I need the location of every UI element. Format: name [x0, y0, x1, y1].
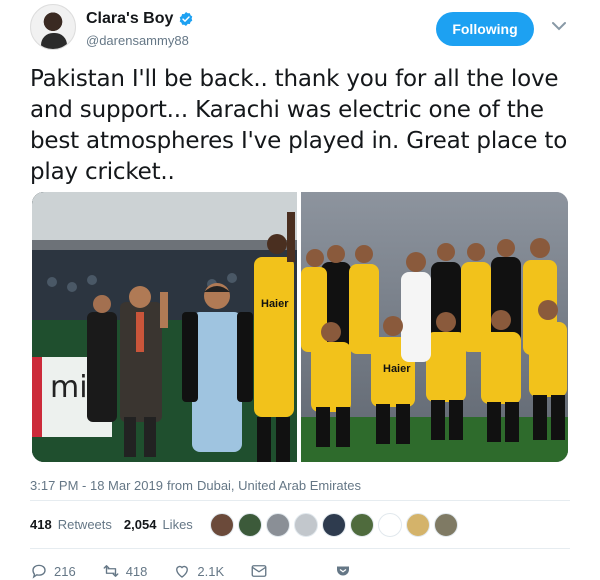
like-count: 2.1K — [197, 563, 225, 579]
likes-label[interactable]: Likes — [162, 517, 192, 532]
bookmark-icon — [337, 566, 350, 576]
liker-avatar[interactable] — [294, 513, 318, 537]
divider-top — [30, 500, 570, 501]
liker-avatars — [210, 513, 458, 537]
like-action[interactable]: 2.1K — [173, 562, 224, 580]
liker-avatar[interactable] — [210, 513, 234, 537]
caret-down-icon[interactable] — [552, 21, 566, 31]
handle[interactable]: @darensammy88 — [86, 33, 189, 48]
liker-avatar[interactable] — [434, 513, 458, 537]
team-jersey-text: Haier — [383, 363, 411, 375]
stadium-walk-illustration: mir Haier — [32, 192, 297, 462]
verified-icon — [180, 12, 193, 26]
liker-avatar[interactable] — [378, 513, 402, 537]
retweet-action[interactable]: 418 — [102, 562, 148, 580]
engagement-stats: 418 Retweets 2,054 Likes — [30, 517, 193, 532]
retweets-count[interactable]: 418 — [30, 517, 52, 532]
avatar[interactable] — [30, 4, 76, 50]
from-label: from — [166, 478, 193, 493]
photo-team-celebration[interactable]: Haier — [301, 192, 568, 462]
reply-action[interactable]: 216 — [30, 562, 76, 580]
jersey-text: Haier — [261, 298, 289, 310]
tweet-media[interactable]: mir Haier Haier — [32, 192, 568, 462]
tweet-text: Pakistan I'll be back.. thank you for al… — [30, 66, 568, 185]
team-celebration-illustration: Haier — [301, 192, 568, 462]
reply-icon — [32, 564, 46, 579]
retweets-label[interactable]: Retweets — [58, 517, 112, 532]
retweet-icon — [103, 565, 119, 577]
location-link[interactable]: Dubai, United Arab Emirates — [197, 478, 361, 493]
following-button[interactable]: Following — [436, 12, 534, 46]
like-icon — [176, 565, 189, 578]
tweet-actions: 216 418 2.1K — [30, 562, 378, 580]
tweet-header: Clara's Boy @darensammy88 Following — [30, 4, 590, 54]
reply-count: 216 — [54, 563, 76, 579]
liker-avatar[interactable] — [350, 513, 374, 537]
tweet-timestamp[interactable]: 3:17 PM - 18 Mar 2019 — [30, 478, 163, 493]
liker-avatar[interactable] — [406, 513, 430, 537]
bookmark-action[interactable] — [334, 562, 352, 580]
dm-icon — [251, 565, 267, 577]
divider-bottom — [30, 548, 570, 549]
liker-avatar[interactable] — [322, 513, 346, 537]
photo-stadium-walk[interactable]: mir Haier — [32, 192, 297, 462]
retweet-count: 418 — [125, 563, 148, 579]
name-line: Clara's Boy — [86, 10, 194, 28]
liker-avatar[interactable] — [238, 513, 262, 537]
display-name[interactable]: Clara's Boy — [86, 10, 173, 28]
liker-avatar[interactable] — [266, 513, 290, 537]
dm-action[interactable] — [250, 562, 268, 580]
tweet-meta: 3:17 PM - 18 Mar 2019 from Dubai, United… — [30, 478, 361, 493]
likes-count[interactable]: 2,054 — [124, 517, 157, 532]
